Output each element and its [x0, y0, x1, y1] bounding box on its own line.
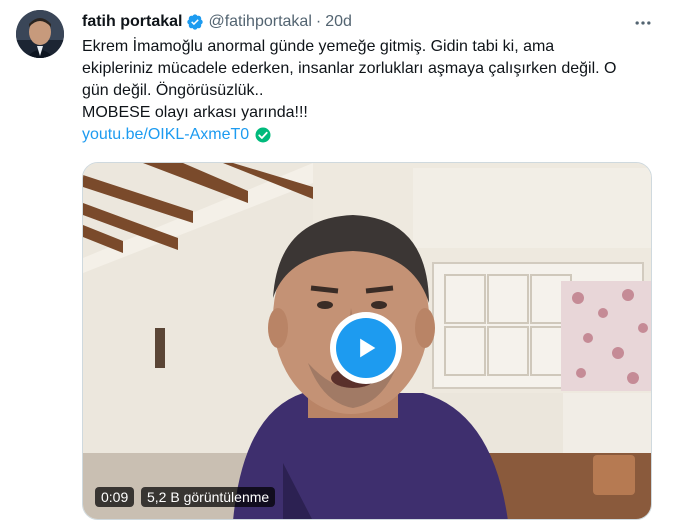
play-icon [336, 318, 396, 378]
tweet-link-line: youtu.be/OIKL-AxmeT0 [82, 124, 652, 146]
tweet-timestamp[interactable]: 20d [325, 13, 352, 31]
youtube-link[interactable]: youtu.be/OIKL-AxmeT0 [82, 124, 249, 146]
play-button[interactable] [330, 312, 402, 384]
more-horizontal-icon[interactable] [631, 11, 655, 35]
tweet-header: fatih portakal @fatihportakal · 20d [82, 11, 663, 33]
verified-badge-icon [187, 14, 204, 30]
tweet-line: ekipleriniz mücadele ederken, insanlar z… [82, 60, 617, 77]
separator-dot: · [315, 13, 322, 30]
check-circle-icon [255, 127, 271, 143]
author-name[interactable]: fatih portakal [82, 13, 182, 31]
author-handle[interactable]: @fatihportakal [208, 13, 311, 31]
video-player[interactable]: 0:09 5,2 B görüntülenme [82, 162, 652, 520]
video-duration: 0:09 [95, 487, 135, 507]
tweet-line: gün değil. Öngörüsüzlük.. [82, 82, 264, 99]
tweet-line: MOBESE olayı arkası yarında!!! [82, 104, 308, 121]
avatar-image [16, 10, 64, 58]
view-count: 5,2 B görüntülenme [141, 487, 276, 507]
tweet-line: Ekrem İmamoğlu anormal günde yemeğe gitm… [82, 38, 555, 55]
avatar[interactable] [16, 10, 64, 58]
tweet-text: Ekrem İmamoğlu anormal günde yemeğe gitm… [82, 36, 652, 146]
